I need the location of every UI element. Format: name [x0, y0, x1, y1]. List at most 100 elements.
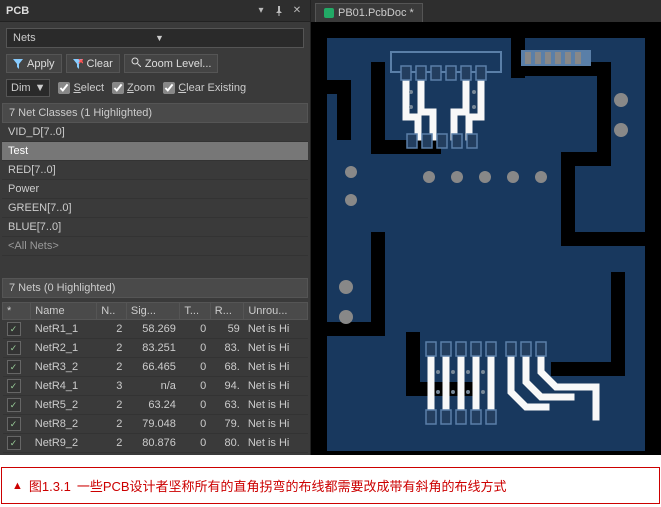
column-header[interactable]: * — [3, 303, 31, 320]
net-class-item[interactable]: VID_D[7..0] — [2, 123, 308, 142]
row-check-icon[interactable]: ✓ — [7, 417, 21, 431]
column-header[interactable]: R... — [210, 303, 244, 320]
cell-unroute: Net is Hi — [244, 396, 308, 415]
category-combo[interactable]: Nets ▼ — [6, 28, 304, 48]
funnel-icon — [13, 59, 23, 69]
chevron-down-icon: ▼ — [155, 33, 297, 43]
cell-r: 68. — [210, 358, 244, 377]
cell-r: 80. — [210, 434, 244, 453]
tab-label: PB01.PcbDoc * — [338, 7, 414, 19]
table-row[interactable]: ✓ NetR9_2280.876080.Net is Hi — [3, 434, 308, 453]
net-class-item[interactable]: Power — [2, 180, 308, 199]
cell-unroute: Net is Hi — [244, 320, 308, 339]
app-window: PCB ▾ ✕ Nets ▼ Apply Clear — [0, 0, 661, 455]
document-area: PB01.PcbDoc * — [311, 0, 661, 455]
cell-name: NetR9_2 — [31, 434, 97, 453]
panel-title: PCB — [6, 5, 250, 17]
row-check-icon[interactable]: ✓ — [7, 341, 21, 355]
cell-t: 0 — [180, 415, 210, 434]
dropdown-icon[interactable]: ▾ — [254, 4, 268, 18]
table-row[interactable]: ✓NetR1_1258.269059Net is Hi — [3, 320, 308, 339]
cell-t: 0 — [180, 339, 210, 358]
cell-sig: 63.24 — [126, 396, 179, 415]
panel-header: PCB ▾ ✕ — [0, 0, 310, 22]
apply-button[interactable]: Apply — [6, 54, 62, 73]
cell-t: 0 — [180, 396, 210, 415]
magnifier-icon — [131, 57, 141, 70]
row-check-icon[interactable]: ✓ — [7, 379, 21, 393]
cell-n: 2 — [97, 434, 127, 453]
column-header[interactable]: N.. — [97, 303, 127, 320]
chevron-down-icon: ▼ — [35, 82, 46, 94]
category-label: Nets — [13, 32, 155, 44]
triangle-icon: ▲ — [12, 480, 23, 492]
document-tab[interactable]: PB01.PcbDoc * — [315, 3, 423, 22]
cell-unroute: Net is Hi — [244, 377, 308, 396]
nets-table: *NameN..Sig...T...R...Unrou... ✓NetR1_12… — [2, 302, 308, 453]
filter-toolbar: Apply Clear Zoom Level... — [0, 54, 310, 79]
cell-n: 2 — [97, 339, 127, 358]
table-row[interactable]: ✓NetR8_2279.048079.Net is Hi — [3, 415, 308, 434]
net-classes-header: 7 Net Classes (1 Highlighted) — [2, 103, 308, 123]
nets-table-wrap: *NameN..Sig...T...R...Unrou... ✓NetR1_12… — [2, 302, 308, 453]
cell-name: NetR4_1 — [31, 377, 97, 396]
cell-sig: 66.465 — [126, 358, 179, 377]
column-header[interactable]: Unrou... — [244, 303, 308, 320]
cell-name: NetR1_1 — [31, 320, 97, 339]
table-row[interactable]: ✓NetR3_2266.465068.Net is Hi — [3, 358, 308, 377]
pcb-file-icon — [324, 8, 334, 18]
cell-t: 0 — [180, 377, 210, 396]
cell-sig: n/a — [126, 377, 179, 396]
column-header[interactable]: Sig... — [126, 303, 179, 320]
row-check-icon[interactable]: ✓ — [7, 360, 21, 374]
cell-unroute: Net is Hi — [244, 339, 308, 358]
row-check-icon[interactable]: ✓ — [7, 322, 21, 336]
zoom-level-button[interactable]: Zoom Level... — [124, 54, 219, 73]
caption-label: 图1.3.1 — [29, 476, 71, 495]
pcb-panel: PCB ▾ ✕ Nets ▼ Apply Clear — [0, 0, 311, 455]
cell-name: NetR3_2 — [31, 358, 97, 377]
cell-unroute: Net is Hi — [244, 415, 308, 434]
clear-button[interactable]: Clear — [66, 54, 120, 73]
cell-sig: 58.269 — [126, 320, 179, 339]
net-classes-list: VID_D[7..0]TestRED[7..0]PowerGREEN[7..0]… — [2, 123, 308, 256]
cell-n: 2 — [97, 415, 127, 434]
zoom-checkbox[interactable]: Zoom — [112, 82, 155, 94]
cell-unroute: Net is Hi — [244, 434, 308, 453]
table-row[interactable]: ✓ NetR5_2263.24063.Net is Hi — [3, 396, 308, 415]
pcb-canvas[interactable] — [311, 22, 661, 455]
cell-sig: 83.251 — [126, 339, 179, 358]
cell-n: 3 — [97, 377, 127, 396]
net-class-item[interactable]: RED[7..0] — [2, 161, 308, 180]
funnel-clear-icon — [73, 59, 83, 69]
row-check-icon[interactable]: ✓ — [7, 436, 21, 450]
pin-icon[interactable] — [272, 4, 286, 18]
cell-r: 94. — [210, 377, 244, 396]
cell-sig: 80.876 — [126, 434, 179, 453]
cell-name: NetR5_2 — [31, 396, 97, 415]
cell-t: 0 — [180, 434, 210, 453]
row-check-icon[interactable]: ✓ — [7, 398, 21, 412]
clear-existing-checkbox[interactable]: Clear Existing — [163, 82, 246, 94]
dim-combo[interactable]: Dim ▼ — [6, 79, 50, 97]
net-class-item[interactable]: Test — [2, 142, 308, 161]
net-class-item[interactable]: <All Nets> — [2, 237, 308, 256]
cell-name: NetR2_1 — [31, 339, 97, 358]
cell-unroute: Net is Hi — [244, 358, 308, 377]
close-icon[interactable]: ✕ — [290, 4, 304, 18]
net-class-item[interactable]: GREEN[7..0] — [2, 199, 308, 218]
figure-caption: ▲ 图1.3.1 一些PCB设计者坚称所有的直角拐弯的布线都需要改成带有斜角的布… — [1, 467, 660, 504]
column-header[interactable]: T... — [180, 303, 210, 320]
cell-n: 2 — [97, 396, 127, 415]
column-header[interactable]: Name — [31, 303, 97, 320]
nets-header: 7 Nets (0 Highlighted) — [2, 278, 308, 298]
options-row: Dim ▼ SSelectelect Zoom Clear Existing — [0, 79, 310, 103]
select-checkbox[interactable]: SSelectelect — [58, 82, 104, 94]
cell-r: 63. — [210, 396, 244, 415]
table-row[interactable]: ✓ NetR2_1283.251083.Net is Hi — [3, 339, 308, 358]
cell-t: 0 — [180, 320, 210, 339]
cell-r: 83. — [210, 339, 244, 358]
cell-n: 2 — [97, 358, 127, 377]
table-row[interactable]: ✓ NetR4_13n/a094.Net is Hi — [3, 377, 308, 396]
net-class-item[interactable]: BLUE[7..0] — [2, 218, 308, 237]
